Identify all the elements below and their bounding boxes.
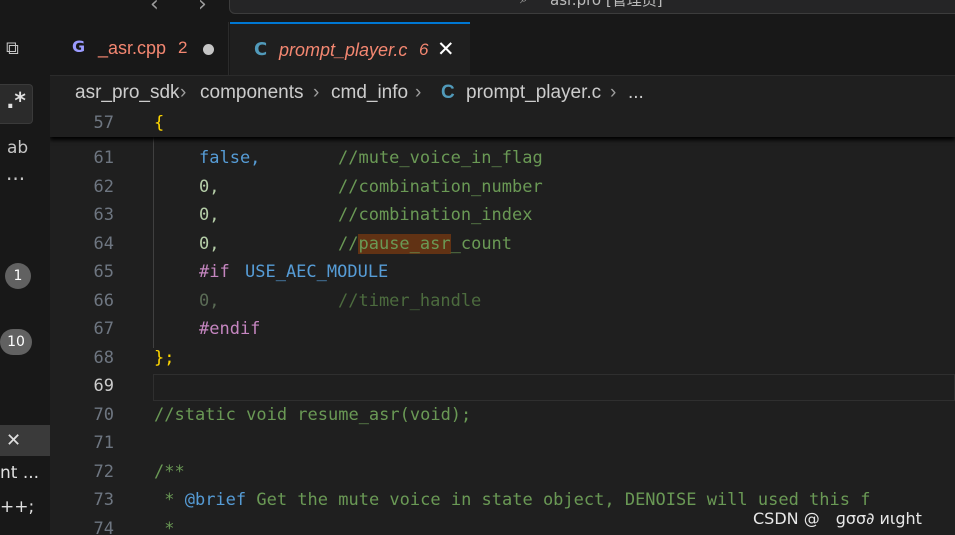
breadcrumb-item[interactable]: cmd_info [331, 82, 408, 104]
problem-count: 6 [419, 40, 429, 59]
line-number: 67 [93, 319, 114, 339]
tab-label: prompt_player.c [279, 40, 408, 60]
replace-icon[interactable]: ab [7, 138, 28, 158]
tab-prompt-player-c[interactable]: C prompt_player.c 6 ✕ [230, 22, 470, 75]
c-file-icon: C [254, 39, 268, 60]
code-comment: //static void resume_asr(void); [154, 405, 472, 425]
partial-label: ++; [0, 497, 35, 517]
code-line: false, [199, 148, 261, 168]
regex-toggle-button[interactable]: .* [0, 84, 33, 124]
sticky-scroll-header[interactable]: 57 { [50, 112, 955, 137]
chevron-right-icon: › [180, 82, 187, 103]
code-line: 0, [199, 234, 220, 254]
partial-label: nt ... [0, 463, 40, 483]
code-line: }; [154, 348, 175, 368]
indent-guide [153, 137, 154, 348]
chevron-right-icon: › [313, 82, 320, 103]
chevron-right-icon: › [415, 82, 422, 103]
doc-comment: * [154, 519, 175, 535]
title-bar: ‹ › ⌕ asr.pro [管理员] [0, 0, 955, 22]
line-number: 64 [93, 234, 114, 254]
editor-tab-bar: G _asr.cpp 2 C prompt_player.c 6 ✕ [50, 22, 955, 76]
tab-asr-cpp[interactable]: G _asr.cpp 2 [50, 22, 229, 75]
source-control-badge: 10 [0, 329, 32, 355]
line-number: 70 [93, 405, 114, 425]
chevron-right-icon: › [610, 82, 617, 103]
line-number: 73 [93, 490, 114, 510]
code-comment: //combination_index [338, 205, 533, 225]
search-icon: ⌕ [520, 0, 528, 7]
more-options-icon[interactable]: ··· [6, 167, 25, 191]
forward-arrow-icon[interactable]: › [198, 0, 207, 17]
line-number: 63 [93, 205, 114, 225]
watermark: CSDN @ ɡσσ∂ иιght [753, 509, 922, 528]
line-number: 57 [93, 113, 114, 133]
search-badge: 1 [5, 263, 31, 289]
code-line: 0, [199, 177, 220, 197]
close-tab-icon[interactable]: ✕ [437, 37, 455, 61]
code-comment: //timer_handle [338, 291, 482, 311]
line-number: 62 [93, 177, 114, 197]
copy-icon[interactable]: ⧉ [6, 38, 19, 59]
line-number: 65 [93, 262, 114, 282]
code-line: 0, [199, 205, 220, 225]
search-match-highlight: pause_asr [358, 234, 451, 254]
line-number: 74 [93, 519, 114, 535]
breadcrumb-item[interactable]: components [200, 82, 304, 104]
breadcrumb-item[interactable]: asr_pro_sdk [75, 82, 180, 104]
doc-comment: /** [154, 462, 185, 482]
code-line: { [154, 113, 165, 133]
preprocessor-directive: #endif [199, 319, 261, 339]
code-editor[interactable]: 57 { 61 false, //mute_voice_in_flag 62 0… [50, 112, 955, 535]
back-arrow-icon[interactable]: ‹ [150, 0, 159, 17]
activity-bar: ⧉ .* ab ··· 1 10 ✕ nt ... ++; [0, 22, 50, 535]
preprocessor-directive: #if [199, 262, 230, 282]
inactive-code: 0, [199, 291, 220, 311]
macro-name: USE_AEC_MODULE [245, 262, 389, 282]
line-number: 66 [93, 291, 114, 311]
command-center-label: asr.pro [管理员] [550, 0, 663, 9]
code-comment: //pause_asr_count [338, 234, 513, 254]
cpp-file-icon: G [72, 37, 86, 56]
close-icon[interactable]: ✕ [0, 425, 50, 456]
code-comment: //combination_number [338, 177, 543, 197]
line-number: 72 [93, 462, 114, 482]
code-comment: //mute_voice_in_flag [338, 148, 543, 168]
line-number: 69 [93, 376, 114, 396]
command-center[interactable]: ⌕ asr.pro [管理员] [229, 0, 955, 14]
line-number: 61 [93, 148, 114, 168]
current-line-highlight [153, 374, 955, 401]
unsaved-dot-icon[interactable] [203, 44, 214, 55]
breadcrumb-item[interactable]: prompt_player.c [466, 82, 601, 104]
tab-label: _asr.cpp [98, 38, 167, 58]
c-file-icon: C [441, 82, 455, 103]
problem-count: 2 [178, 38, 188, 57]
breadcrumb: asr_pro_sdk › components › cmd_info › C … [50, 76, 955, 112]
line-number: 68 [93, 348, 114, 368]
line-number: 71 [93, 433, 114, 453]
breadcrumb-item[interactable]: ... [628, 82, 644, 104]
